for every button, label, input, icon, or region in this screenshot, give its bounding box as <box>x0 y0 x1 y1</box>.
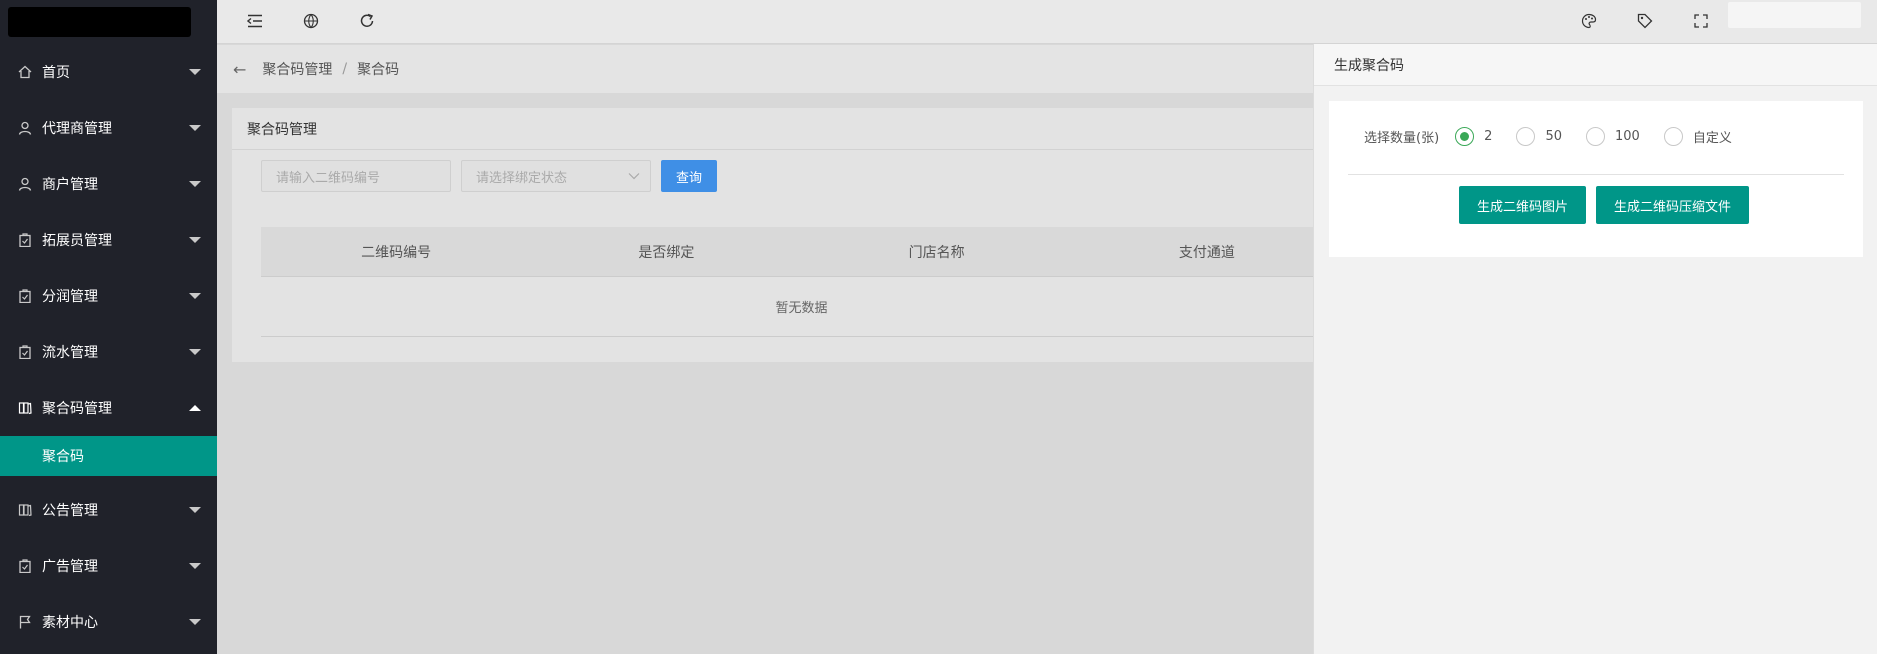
back-arrow-icon[interactable]: ← <box>233 60 246 79</box>
home-icon <box>18 65 32 79</box>
quantity-option-2[interactable]: 2 <box>1455 127 1492 146</box>
bind-status-select[interactable]: 请选择绑定状态 <box>461 160 651 192</box>
user-icon <box>18 177 32 191</box>
sidebar-item-label: 代理商管理 <box>42 121 112 137</box>
radio-label: 100 <box>1614 129 1640 144</box>
clipboard-icon <box>18 345 32 359</box>
sidebar-item-label: 分润管理 <box>42 289 98 305</box>
sidebar-item-label: 首页 <box>42 65 70 81</box>
breadcrumb-separator: / <box>342 61 348 77</box>
drawer-title: 生成聚合码 <box>1314 44 1877 86</box>
book-icon <box>18 503 32 517</box>
generate-actions: 生成二维码图片 生成二维码压缩文件 <box>1459 186 1759 224</box>
radio-label: 2 <box>1484 129 1493 144</box>
column-header: 是否绑定 <box>638 244 695 261</box>
chevron-down-icon <box>189 619 201 625</box>
quantity-label: 选择数量(张) <box>1364 131 1440 146</box>
chevron-down-icon <box>189 237 201 243</box>
chevron-down-icon <box>189 69 201 75</box>
logo-image <box>8 7 191 37</box>
book-icon <box>18 401 32 415</box>
divider <box>1348 174 1844 175</box>
globe-icon[interactable] <box>299 9 323 33</box>
sidebar-item-label: 聚合码管理 <box>42 401 112 417</box>
logo <box>0 0 217 44</box>
sidebar-item-profit-share[interactable]: 分润管理 <box>0 268 217 324</box>
radio-icon <box>1516 127 1536 146</box>
sidebar-item-aggregate-codes[interactable]: 聚合码管理 <box>0 380 217 436</box>
chevron-down-icon <box>189 507 201 513</box>
quantity-radio-group: 选择数量(张) 2 50 100 自定义 <box>1364 127 1756 146</box>
radio-icon <box>1663 127 1683 146</box>
sidebar-item-merchants[interactable]: 商户管理 <box>0 156 217 212</box>
sidebar-item-label: 公告管理 <box>42 503 98 519</box>
refresh-icon[interactable] <box>355 9 379 33</box>
user-menu[interactable] <box>1728 2 1861 28</box>
empty-state: 暂无数据 <box>261 277 1342 337</box>
chevron-down-icon <box>189 563 201 569</box>
clipboard-icon <box>18 233 32 247</box>
chevron-down-icon <box>189 349 201 355</box>
menu-toggle-icon[interactable] <box>243 9 267 33</box>
breadcrumb-current: 聚合码 <box>357 62 400 78</box>
chevron-down-icon <box>628 169 640 183</box>
table-header: 二维码编号 是否绑定 门店名称 支付通道 <box>261 227 1342 277</box>
user-icon <box>18 121 32 135</box>
sidebar-item-label: 商户管理 <box>42 177 98 193</box>
column-header: 二维码编号 <box>361 244 432 261</box>
column-header: 支付通道 <box>1178 244 1235 261</box>
radio-icon <box>1585 127 1605 146</box>
sidebar-subitem-aggregate-code[interactable]: 聚合码 <box>0 436 217 476</box>
card-title: 聚合码管理 <box>232 108 1342 150</box>
sidebar-item-announcements[interactable]: 公告管理 <box>0 482 217 538</box>
sidebar-item-transactions[interactable]: 流水管理 <box>0 324 217 380</box>
breadcrumb-parent[interactable]: 聚合码管理 <box>262 59 332 79</box>
chevron-up-icon <box>189 405 201 411</box>
sidebar-item-label: 流水管理 <box>42 345 98 361</box>
sidebar-item-label: 广告管理 <box>42 559 98 575</box>
clipboard-icon <box>18 289 32 303</box>
top-bar <box>217 0 1877 44</box>
qr-code-input[interactable]: 请输入二维码编号 <box>261 160 451 192</box>
chevron-down-icon <box>189 293 201 299</box>
fullscreen-icon[interactable] <box>1689 9 1713 33</box>
quantity-option-50[interactable]: 50 <box>1516 127 1562 146</box>
quantity-option-custom[interactable]: 自定义 <box>1663 127 1732 146</box>
sidebar-item-promoters[interactable]: 拓展员管理 <box>0 212 217 268</box>
theme-palette-icon[interactable] <box>1577 9 1601 33</box>
chevron-down-icon <box>189 181 201 187</box>
drawer-form: 选择数量(张) 2 50 100 自定义 生成二维码图片 生成二维码压缩文件 <box>1329 101 1863 257</box>
generate-zip-button[interactable]: 生成二维码压缩文件 <box>1596 186 1750 224</box>
main-card: 聚合码管理 请输入二维码编号 请选择绑定状态 查询 二维码编号 是否绑定 门店名… <box>232 108 1342 362</box>
sidebar-item-ads[interactable]: 广告管理 <box>0 538 217 594</box>
quantity-option-100[interactable]: 100 <box>1585 127 1640 146</box>
sidebar: 首页 代理商管理 商户管理 拓展员管理 分润管理 流水管理 聚合码管理 聚合码 … <box>0 0 217 654</box>
flag-icon <box>18 615 32 629</box>
chevron-down-icon <box>189 125 201 131</box>
data-table: 二维码编号 是否绑定 门店名称 支付通道 暂无数据 <box>261 227 1342 337</box>
radio-checked-icon <box>1455 127 1475 146</box>
generate-drawer: 生成聚合码 选择数量(张) 2 50 100 自定义 生成二维码图片 生成二维码… <box>1313 44 1877 654</box>
sidebar-item-agents[interactable]: 代理商管理 <box>0 100 217 156</box>
tag-icon[interactable] <box>1633 9 1657 33</box>
radio-label: 50 <box>1545 129 1562 144</box>
clipboard-icon <box>18 559 32 573</box>
generate-images-button[interactable]: 生成二维码图片 <box>1459 186 1587 224</box>
bind-status-placeholder: 请选择绑定状态 <box>476 170 568 186</box>
radio-label: 自定义 <box>1692 131 1732 146</box>
filter-row: 请输入二维码编号 请选择绑定状态 查询 <box>261 160 717 192</box>
sidebar-item-label: 素材中心 <box>42 615 98 631</box>
sidebar-item-materials[interactable]: 素材中心 <box>0 594 217 650</box>
column-header: 门店名称 <box>908 244 965 261</box>
sidebar-item-label: 拓展员管理 <box>42 233 112 249</box>
sidebar-item-home[interactable]: 首页 <box>0 44 217 100</box>
query-button[interactable]: 查询 <box>661 160 717 192</box>
